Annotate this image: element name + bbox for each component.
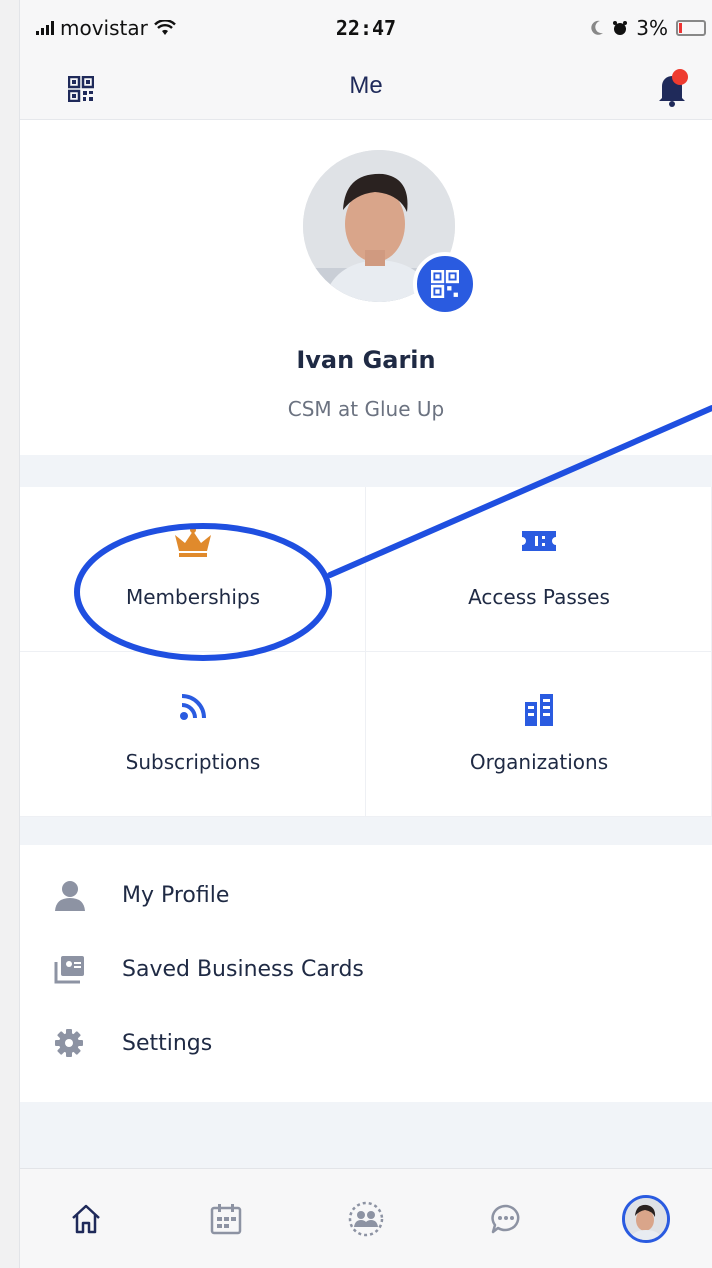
section-divider [20, 455, 712, 487]
community-icon [348, 1201, 384, 1237]
alarm-icon [613, 21, 628, 35]
menu-item-label: Saved Business Cards [122, 956, 364, 982]
menu-item-saved-business-cards[interactable]: Saved Business Cards [20, 933, 712, 1005]
profile-section: Ivan Garin CSM at Glue Up [20, 120, 712, 455]
profile-avatar-icon [622, 1195, 670, 1243]
tab-home[interactable] [56, 1191, 116, 1247]
rss-icon [180, 694, 206, 720]
avatar-wrap[interactable] [303, 150, 477, 316]
bottom-spacer [20, 1102, 712, 1168]
home-icon [72, 1204, 100, 1234]
menu-item-settings[interactable]: Settings [20, 1007, 712, 1079]
battery-icon [676, 20, 706, 36]
notification-bell-icon[interactable] [654, 68, 690, 112]
app-header: Me [20, 56, 712, 120]
menu-item-label: Settings [122, 1030, 213, 1056]
buildings-icon [525, 694, 553, 726]
calendar-icon [210, 1204, 242, 1235]
business-card-icon [54, 956, 84, 984]
menu-item-label: My Profile [122, 882, 230, 908]
battery-percent: 3% [636, 16, 668, 40]
phone-screen: movistar 22:47 3% Me Ivan Garin CSM at G… [20, 0, 712, 1268]
tab-community[interactable] [336, 1191, 396, 1247]
profile-name: Ivan Garin [296, 346, 436, 374]
page-title: Me [349, 72, 383, 99]
qr-badge-icon[interactable] [413, 252, 477, 316]
feature-grid: Memberships Access Passes Subscriptions … [20, 487, 712, 817]
status-right: 3% [590, 16, 706, 40]
section-divider [20, 817, 712, 845]
grid-item-label: Organizations [469, 750, 609, 774]
chat-icon [491, 1204, 520, 1234]
grid-item-subscriptions[interactable]: Subscriptions [20, 652, 366, 817]
grid-item-organizations[interactable]: Organizations [366, 652, 712, 817]
tab-chat[interactable] [476, 1191, 536, 1247]
status-bar: movistar 22:47 3% [20, 0, 712, 56]
tab-bar [20, 1168, 712, 1268]
profile-title: CSM at Glue Up [287, 397, 445, 421]
gear-icon [55, 1029, 83, 1057]
menu-item-my-profile[interactable]: My Profile [20, 859, 712, 931]
screenshot-margin [0, 0, 20, 1268]
grid-item-label: Access Passes [468, 585, 610, 609]
settings-list: My Profile Saved Business Cards Settings [20, 845, 712, 1102]
moon-icon [591, 20, 604, 35]
grid-item-label: Subscriptions [125, 750, 261, 774]
tab-me[interactable] [616, 1191, 676, 1247]
ticket-icon [522, 531, 556, 551]
grid-item-access-passes[interactable]: Access Passes [366, 487, 712, 652]
crown-icon [175, 527, 211, 557]
grid-item-memberships[interactable]: Memberships [20, 487, 366, 652]
grid-item-label: Memberships [125, 585, 261, 609]
tab-calendar[interactable] [196, 1191, 256, 1247]
person-icon [55, 881, 85, 911]
